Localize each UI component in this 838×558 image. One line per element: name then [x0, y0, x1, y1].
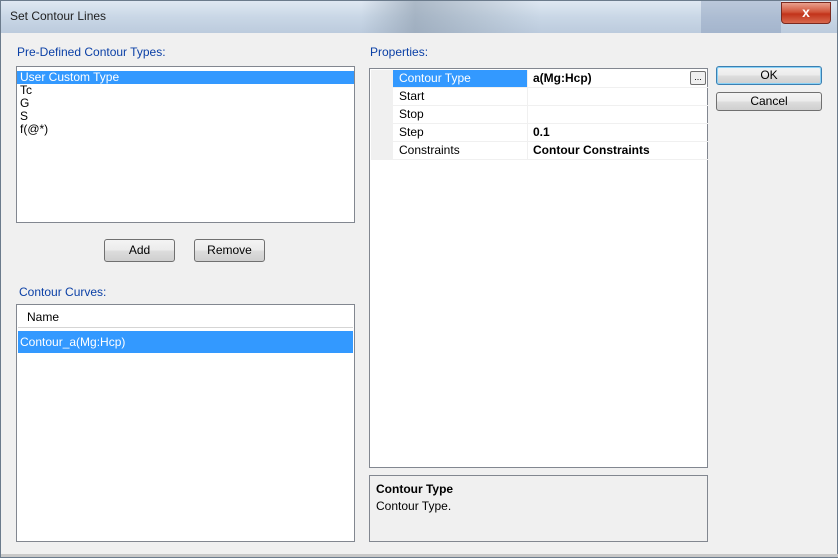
property-row-stop[interactable]: Stop [371, 106, 708, 124]
predefined-types-list[interactable]: User Custom Type Tc G S f(@*) [16, 66, 355, 223]
properties-label: Properties: [370, 45, 429, 59]
property-row-constraints[interactable]: Constraints Contour Constraints [371, 142, 708, 160]
window-bottom-edge [1, 554, 838, 557]
predefined-types-label: Pre-Defined Contour Types: [17, 45, 166, 59]
list-item[interactable]: G [17, 97, 354, 110]
ellipsis-button[interactable]: ... [690, 71, 706, 85]
property-name: Stop [393, 106, 528, 123]
list-item[interactable]: S [17, 110, 354, 123]
help-description: Contour Type. [376, 499, 452, 513]
property-value[interactable] [528, 106, 708, 123]
list-item[interactable]: Tc [17, 84, 354, 97]
title-bar[interactable]: Set Contour Lines x [1, 1, 837, 33]
column-header-name[interactable]: Name [18, 306, 353, 328]
window-title: Set Contour Lines [10, 9, 107, 23]
cancel-button[interactable]: Cancel [716, 92, 822, 111]
contour-curves-table[interactable]: Name Contour_a(Mg:Hcp) [16, 304, 355, 542]
add-button[interactable]: Add [104, 239, 175, 262]
close-icon: x [802, 4, 810, 20]
property-value[interactable]: a(Mg:Hcp) [528, 70, 708, 87]
list-item[interactable]: f(@*) [17, 123, 354, 136]
property-name: Step [393, 124, 528, 141]
property-name: Contour Type [393, 70, 528, 87]
property-grid[interactable]: Contour Type a(Mg:Hcp) ... Start Stop St… [369, 68, 708, 468]
list-item[interactable]: User Custom Type [17, 71, 354, 84]
property-row-start[interactable]: Start [371, 88, 708, 106]
property-value[interactable]: Contour Constraints [528, 142, 708, 159]
remove-button[interactable]: Remove [194, 239, 265, 262]
contour-curves-label: Contour Curves: [19, 285, 107, 299]
property-row-step[interactable]: Step 0.1 [371, 124, 708, 142]
background-window-glimpse [361, 1, 541, 33]
property-help-panel: Contour Type Contour Type. [369, 475, 708, 542]
table-row[interactable]: Contour_a(Mg:Hcp) [18, 331, 353, 353]
property-row-contour-type[interactable]: Contour Type a(Mg:Hcp) ... [371, 70, 708, 88]
property-value[interactable] [528, 88, 708, 105]
background-window-glimpse [701, 1, 781, 33]
help-title: Contour Type [376, 482, 454, 496]
property-name: Constraints [393, 142, 528, 159]
ok-button[interactable]: OK [716, 66, 822, 85]
property-value[interactable]: 0.1 [528, 124, 708, 141]
property-name: Start [393, 88, 528, 105]
close-button[interactable]: x [781, 2, 831, 24]
set-contour-lines-dialog: Set Contour Lines x Pre-Defined Contour … [0, 0, 838, 558]
